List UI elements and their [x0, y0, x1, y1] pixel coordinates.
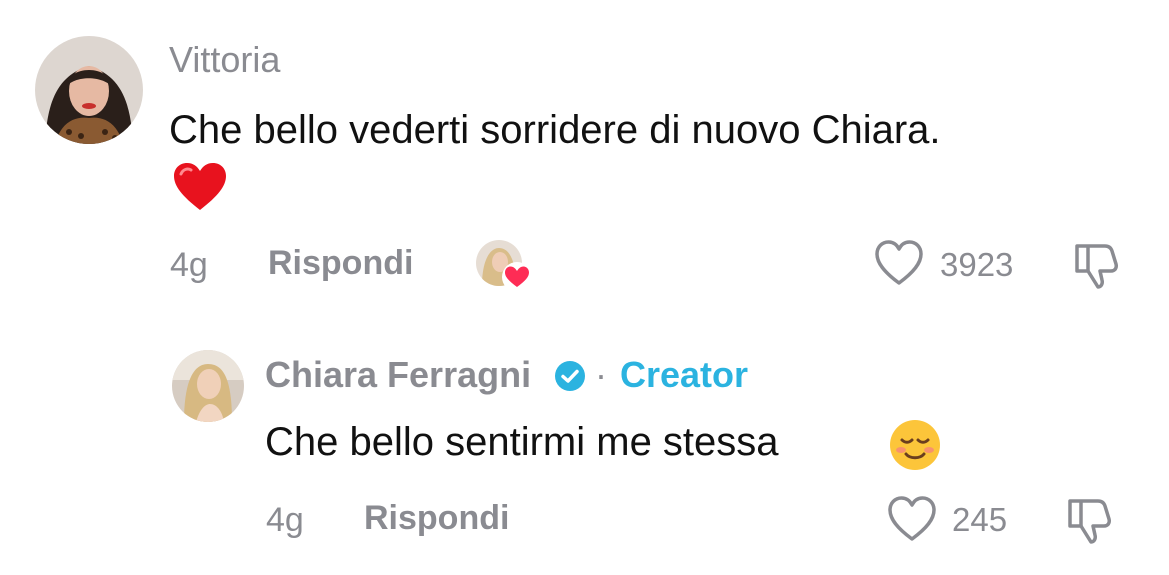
comment-author[interactable]: Vittoria: [169, 40, 280, 80]
heart-icon: [502, 262, 532, 292]
smiling-face-emoji: [888, 418, 942, 472]
avatar-chiara-ferragni[interactable]: [172, 350, 244, 422]
reply-age: 4g: [266, 501, 304, 539]
reply-like-count: 245: [952, 501, 1008, 538]
comment-text: Che bello vederti sorridere di nuovo Chi…: [169, 108, 941, 152]
reply-dislike-thumbs-down-icon[interactable]: [1064, 495, 1116, 545]
reply-button[interactable]: Rispondi: [268, 243, 413, 283]
verified-badge-icon: [554, 360, 586, 392]
red-heart-emoji: [172, 162, 228, 212]
creator-label: Creator: [620, 354, 749, 395]
creator-liked-badge: [476, 240, 532, 292]
comment-age: 4g: [170, 246, 208, 284]
reply-author[interactable]: Chiara Ferragni: [265, 355, 531, 395]
reply-text: Che bello sentirmi me stessa: [265, 420, 779, 464]
separator-dot: ·: [595, 354, 607, 395]
avatar-vittoria[interactable]: [35, 36, 143, 144]
like-heart-icon[interactable]: [874, 239, 924, 287]
like-count: 3923: [940, 246, 1014, 283]
dislike-thumbs-down-icon[interactable]: [1071, 240, 1123, 290]
reply-reply-button[interactable]: Rispondi: [364, 498, 509, 538]
reply-like-heart-icon[interactable]: [887, 495, 937, 543]
